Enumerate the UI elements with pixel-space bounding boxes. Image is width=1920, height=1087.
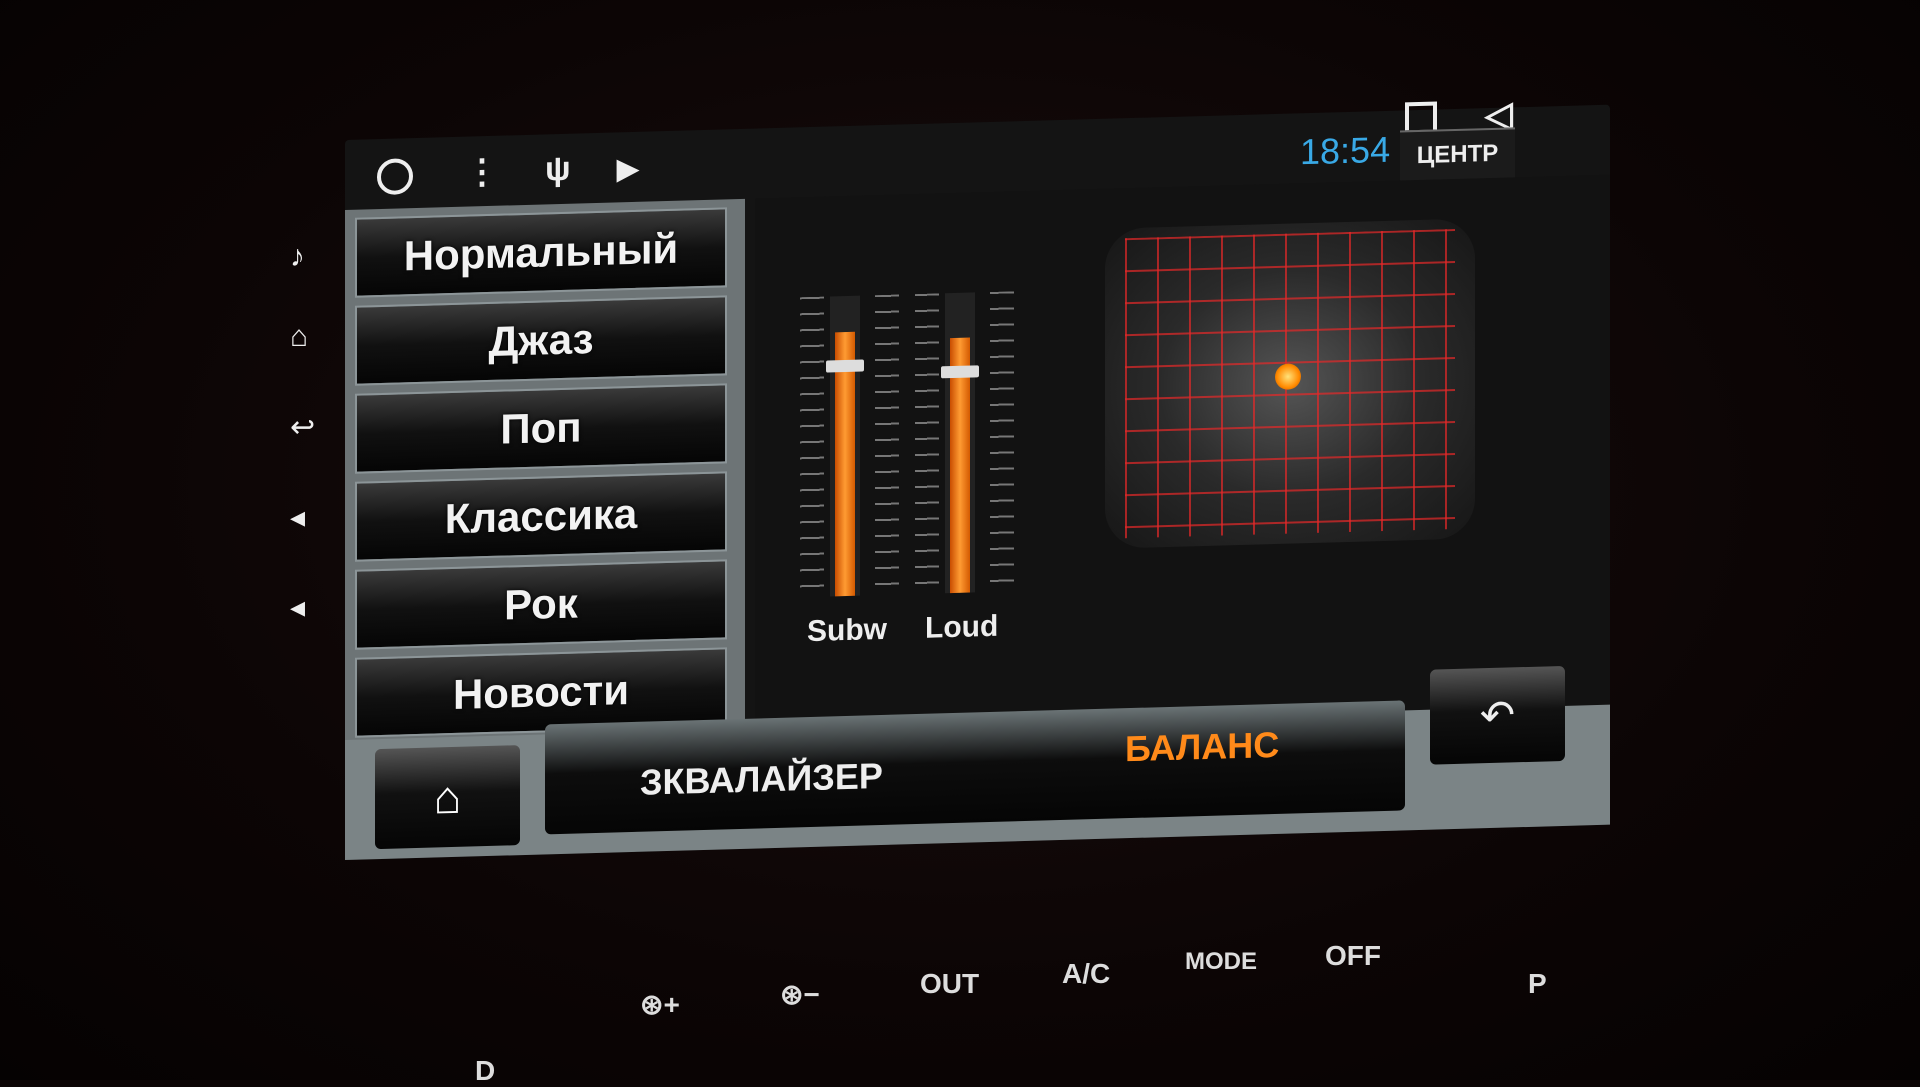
loud-slider[interactable] bbox=[941, 292, 979, 594]
car-balance-map[interactable] bbox=[1105, 218, 1475, 549]
music-hw-icon[interactable]: ♪ bbox=[290, 240, 305, 274]
loud-knob[interactable] bbox=[941, 365, 979, 379]
ac-button[interactable]: A/C bbox=[1062, 958, 1110, 990]
mode-button[interactable]: MODE bbox=[1185, 948, 1257, 976]
loud-label: Loud bbox=[925, 609, 999, 645]
tab-balance[interactable]: БАЛАНС bbox=[1125, 724, 1279, 770]
out-button[interactable]: OUT bbox=[920, 968, 979, 1000]
subw-label: Subw bbox=[807, 612, 887, 649]
fan-plus-button[interactable]: ⊛+ bbox=[640, 988, 680, 1021]
loud-ticks bbox=[915, 293, 939, 595]
center-button[interactable]: ЦЕНТР bbox=[1400, 127, 1515, 181]
preset-rock[interactable]: Рок bbox=[355, 559, 727, 650]
clock: 18:54 bbox=[1300, 128, 1391, 173]
preset-pop[interactable]: Поп bbox=[355, 383, 727, 474]
fan-icon: ⊛ bbox=[640, 989, 664, 1020]
back-button[interactable]: ↶ bbox=[1430, 665, 1565, 765]
preset-jazz[interactable]: Джаз bbox=[355, 295, 727, 386]
back-hw-icon[interactable]: ↩ bbox=[290, 410, 315, 445]
subw-ticks-right bbox=[875, 294, 899, 596]
usb-icon: ψ bbox=[545, 149, 571, 189]
back-arrow-icon: ↶ bbox=[1479, 691, 1516, 740]
volume-down-hw-icon[interactable]: ◂ bbox=[290, 500, 305, 535]
home-button[interactable]: ⌂ bbox=[375, 745, 520, 850]
head-unit-screen: ⋮ ψ ▶ ◁ Нормальный Джаз Поп Классика Рок… bbox=[345, 93, 1610, 861]
subw-ticks bbox=[800, 296, 824, 598]
home-icon: ⌂ bbox=[433, 770, 462, 824]
subw-slider[interactable] bbox=[826, 295, 864, 597]
fan-minus-button[interactable]: ⊛− bbox=[780, 978, 820, 1011]
p-button[interactable]: P bbox=[1528, 968, 1547, 1000]
home-hw-icon[interactable]: ⌂ bbox=[290, 320, 308, 354]
subw-knob[interactable] bbox=[826, 359, 864, 373]
fan-icon: ⊛ bbox=[780, 979, 804, 1010]
fan-minus-label: − bbox=[803, 979, 820, 1010]
preset-classic[interactable]: Классика bbox=[355, 471, 727, 562]
off-button[interactable]: OFF bbox=[1325, 940, 1381, 972]
preset-normal[interactable]: Нормальный bbox=[355, 207, 727, 298]
loud-ticks-right bbox=[990, 291, 1014, 592]
tab-equalizer[interactable]: ЗКВАЛАЙЗЕР bbox=[640, 755, 883, 804]
volume-up-hw-icon[interactable]: ◂ bbox=[290, 590, 305, 625]
d-button[interactable]: D bbox=[475, 1055, 495, 1087]
menu-dots-icon[interactable]: ⋮ bbox=[465, 152, 499, 193]
home-circle-icon[interactable] bbox=[377, 158, 413, 196]
play-store-icon[interactable]: ▶ bbox=[617, 152, 639, 186]
fan-plus-label: + bbox=[663, 989, 680, 1020]
